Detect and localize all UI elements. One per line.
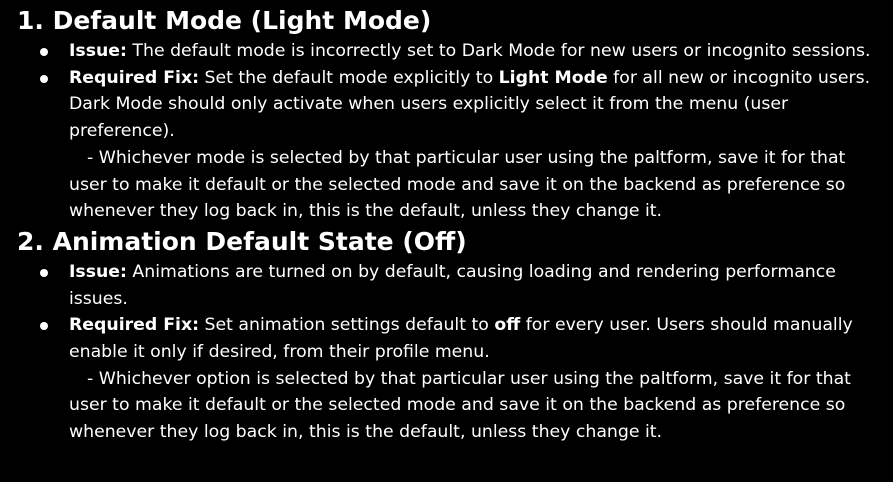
- fix-emphasis: Light Mode: [498, 67, 608, 88]
- bullet-icon: [40, 74, 48, 83]
- document-page: 1. Default Mode (Light Mode) Issue: The …: [0, 0, 893, 482]
- fix-text-before: Set the default mode explicitly to: [199, 67, 499, 88]
- list-item-issue: Issue: Animations are turned on by defau…: [17, 259, 885, 312]
- issue-text: Animations are turned on by default, cau…: [69, 261, 836, 309]
- fix-text-before: Set animation settings default to: [199, 315, 495, 336]
- issue-label: Issue:: [69, 261, 127, 282]
- bullet-icon: [40, 322, 48, 331]
- bullet-icon: [40, 48, 48, 56]
- fix-label: Required Fix:: [69, 315, 200, 336]
- issue-label: Issue:: [69, 41, 127, 61]
- section-default-mode: 1. Default Mode (Light Mode) Issue: The …: [17, 4, 893, 225]
- bullet-list: Issue: Animations are turned on by defau…: [17, 259, 893, 446]
- fix-note: - Whichever option is selected by that p…: [69, 368, 851, 443]
- section-heading: 2. Animation Default State (Off): [17, 226, 467, 256]
- section-heading: 1. Default Mode (Light Mode): [17, 6, 432, 35]
- fix-note: - Whichever mode is selected by that par…: [69, 147, 846, 222]
- fix-label: Required Fix:: [69, 67, 200, 88]
- section-animation-default: 2. Animation Default State (Off) Issue: …: [17, 225, 893, 446]
- fix-emphasis: off: [494, 315, 521, 336]
- list-item-issue: Issue: The default mode is incorrectly s…: [17, 38, 885, 65]
- bullet-list: Issue: The default mode is incorrectly s…: [17, 38, 893, 225]
- list-item-required-fix: Required Fix: Set the default mode expli…: [17, 65, 885, 225]
- list-item-required-fix: Required Fix: Set animation settings def…: [17, 312, 885, 446]
- issue-text: The default mode is incorrectly set to D…: [126, 41, 871, 61]
- bullet-icon: [40, 268, 48, 277]
